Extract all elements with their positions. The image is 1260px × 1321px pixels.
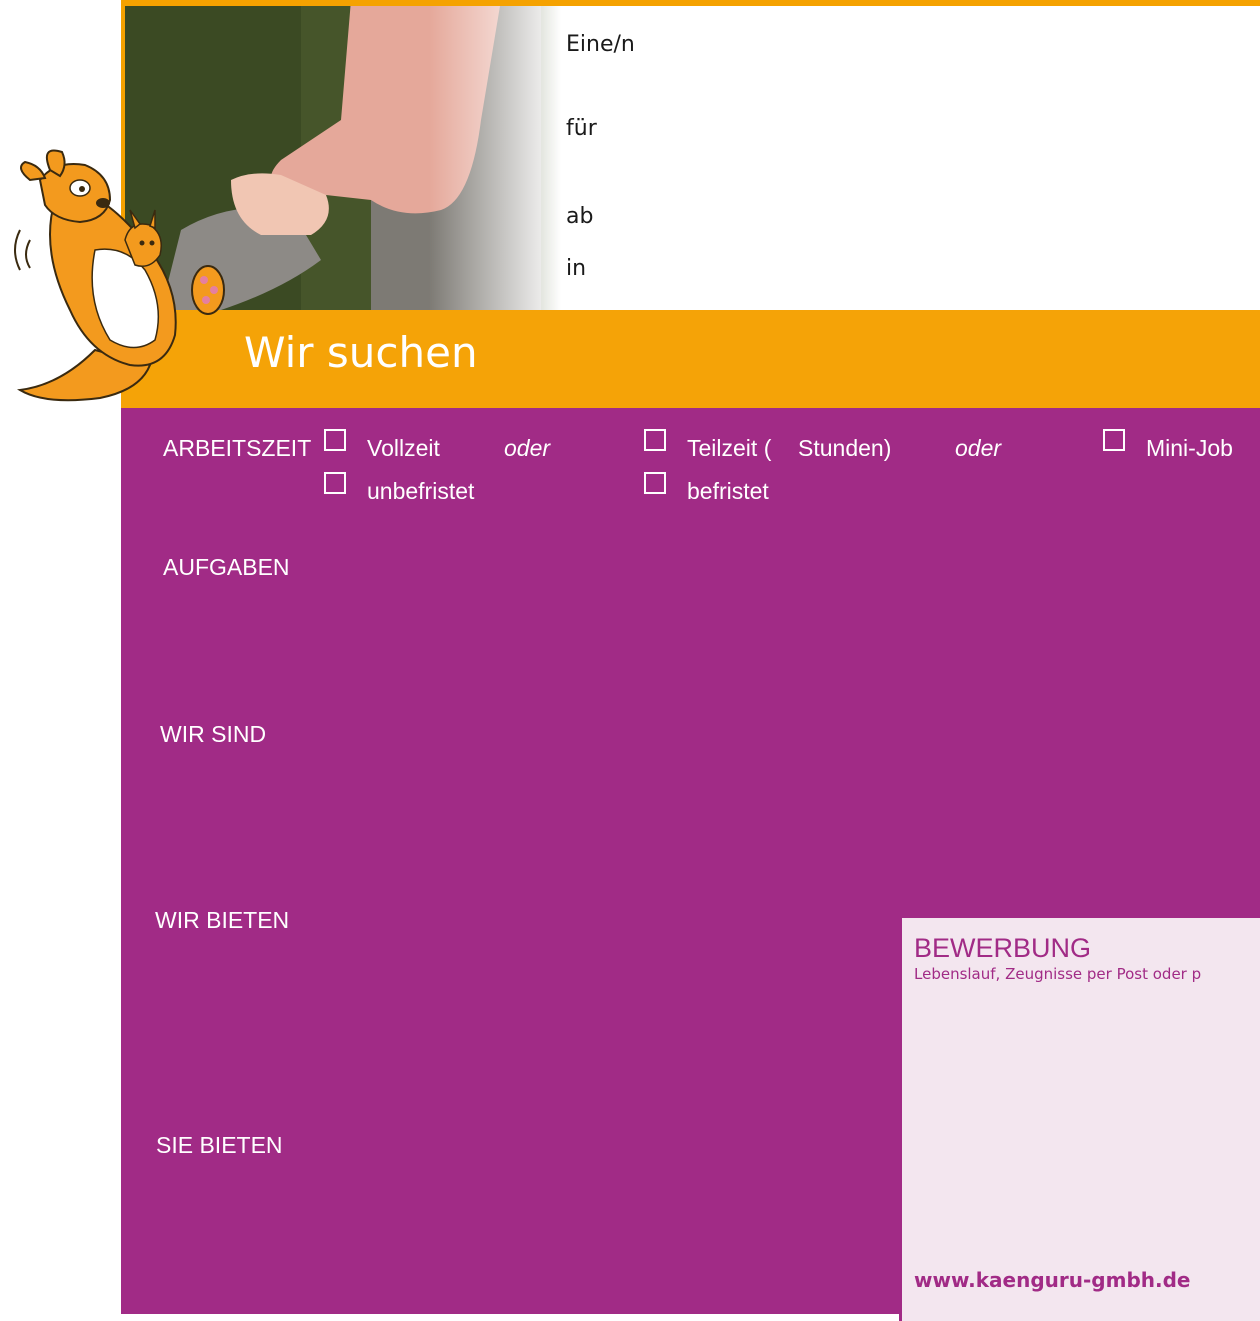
befristet-label: befristet (687, 478, 769, 504)
application-box-edge (899, 918, 902, 1321)
field-in: in (566, 256, 587, 281)
headline-title: Wir suchen (244, 328, 478, 377)
bewerbung-text: Lebenslauf, Zeugnisse per Post oder p (914, 965, 1202, 983)
field-eine-n: Eine/n (566, 32, 635, 57)
wir-sind-label: WIR SIND (160, 721, 267, 747)
teilzeit-checkbox[interactable] (644, 429, 666, 451)
wir-bieten-label: WIR BIETEN (155, 907, 290, 933)
vollzeit-label: Vollzeit (367, 435, 440, 461)
befristet-checkbox[interactable] (644, 472, 666, 494)
unbefristet-label: unbefristet (367, 478, 475, 504)
bewerbung-title: BEWERBUNG (914, 933, 1092, 963)
oder-label-2: oder (955, 435, 1002, 461)
field-fuer: für (566, 116, 597, 141)
mini-job-label: Mini-Job (1146, 435, 1233, 461)
stunden-label: Stunden) (798, 435, 892, 461)
website-link[interactable]: www.kaenguru-gmbh.de (914, 1268, 1191, 1292)
oder-label-1: oder (504, 435, 551, 461)
vollzeit-checkbox[interactable] (324, 429, 346, 451)
unbefristet-checkbox[interactable] (324, 472, 346, 494)
kangaroo-mascot-icon (0, 140, 240, 410)
sie-bieten-label: SIE BIETEN (156, 1132, 283, 1158)
top-border (121, 0, 1260, 6)
aufgaben-label: AUFGABEN (163, 554, 290, 580)
mini-job-checkbox[interactable] (1103, 429, 1125, 451)
field-ab: ab (566, 204, 594, 229)
teilzeit-label: Teilzeit ( (687, 435, 772, 461)
arbeitszeit-label: ARBEITSZEIT (163, 435, 312, 461)
